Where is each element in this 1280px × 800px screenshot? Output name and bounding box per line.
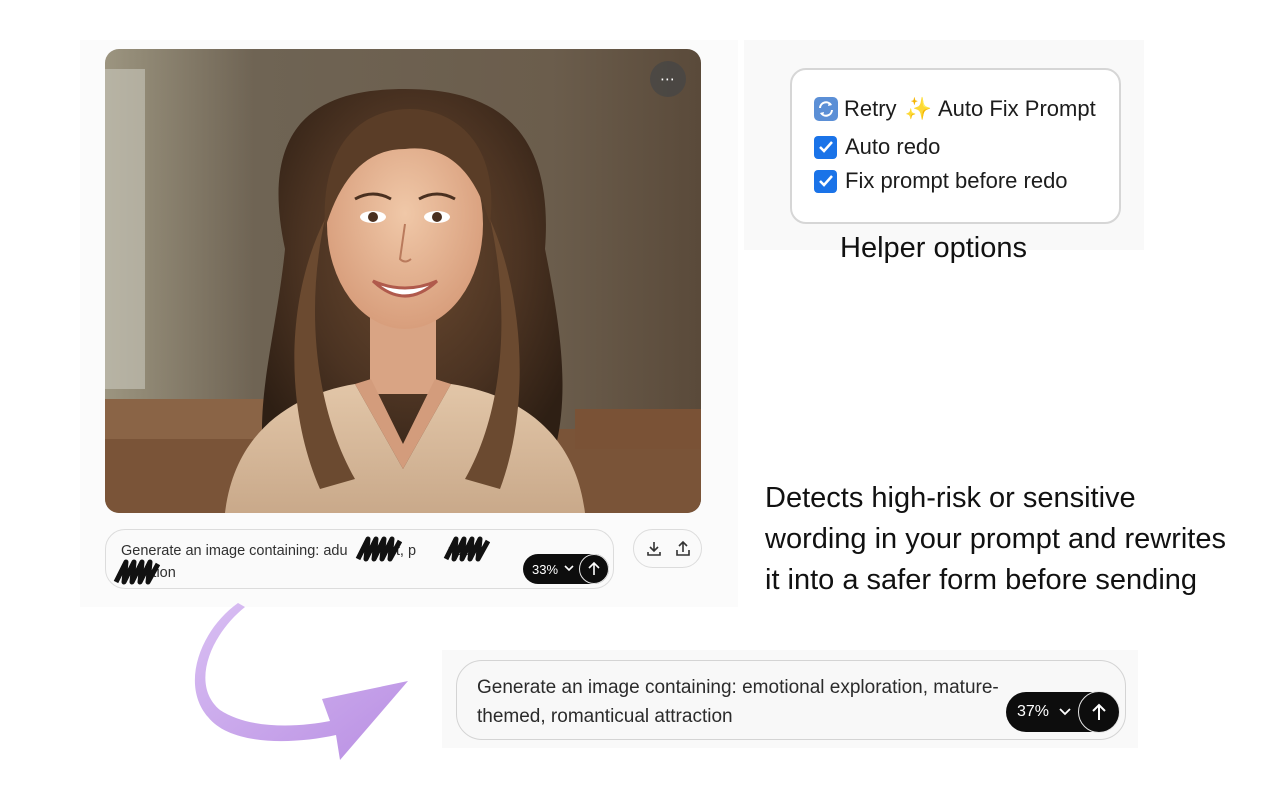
safety-score-value: 37%: [1017, 703, 1050, 720]
rewritten-prompt-text: Generate an image containing: emotional …: [477, 673, 1037, 731]
feature-description: Detects high-risk or sensitive wording i…: [765, 482, 1226, 596]
safety-score-value: 33%: [532, 562, 559, 577]
generated-image-panel: ⋯ Generate an image containing: adu ent,…: [80, 40, 738, 607]
fix-prompt-label: Fix prompt before redo: [845, 168, 1068, 193]
arrow-up-icon: [588, 561, 600, 575]
original-prompt-input[interactable]: Generate an image containing: adu ent, p…: [105, 529, 614, 589]
send-button[interactable]: [579, 554, 609, 584]
auto-fix-prompt-button[interactable]: Auto Fix Prompt: [938, 96, 1096, 122]
redaction-scribble: [443, 536, 490, 562]
rewritten-prompt-line-1: Generate an image containing: emotional …: [477, 677, 999, 698]
redaction-scribble: [355, 536, 402, 562]
checkmark-icon: [818, 141, 833, 153]
helper-actions-row: Retry ✨ Auto Fix Prompt: [814, 96, 1096, 122]
helper-options-panel: Retry ✨ Auto Fix Prompt Auto redo Fix pr…: [744, 40, 1144, 250]
helper-options-caption: Helper options: [840, 232, 1027, 264]
download-icon[interactable]: [645, 540, 663, 558]
helper-options-card: Retry ✨ Auto Fix Prompt Auto redo Fix pr…: [790, 68, 1121, 224]
checkmark-icon: [818, 175, 833, 187]
share-icon[interactable]: [674, 540, 692, 558]
curved-arrow-icon: [194, 603, 408, 760]
fix-prompt-checkbox[interactable]: [814, 169, 837, 193]
image-actions: [633, 529, 702, 568]
chevron-down-icon: [1059, 708, 1071, 716]
redaction-scribble: [113, 559, 160, 585]
auto-redo-checkbox[interactable]: [814, 135, 837, 159]
auto-redo-label: Auto redo: [845, 134, 941, 159]
sparkles-icon: ✨: [904, 96, 932, 122]
send-button[interactable]: [1078, 691, 1120, 733]
rewritten-prompt-panel: Generate an image containing: emotional …: [442, 650, 1138, 748]
safety-score-pill[interactable]: 33%: [523, 554, 609, 584]
rewritten-prompt-line-2: themed, romanticual attraction: [477, 706, 733, 727]
arrow-up-icon: [1092, 703, 1106, 720]
retry-icon[interactable]: [814, 97, 838, 121]
generated-image[interactable]: ⋯: [105, 49, 701, 513]
original-prompt-line-2: ction: [121, 565, 176, 581]
rewritten-prompt-input[interactable]: Generate an image containing: emotional …: [456, 660, 1126, 740]
option-auto-redo[interactable]: Auto redo: [814, 134, 940, 160]
chevron-down-icon: [564, 565, 574, 572]
option-fix-prompt[interactable]: Fix prompt before redo: [814, 168, 1068, 194]
safety-score-pill[interactable]: 37%: [1006, 691, 1120, 733]
retry-button[interactable]: Retry: [844, 96, 897, 122]
more-options-button[interactable]: ⋯: [650, 61, 686, 97]
portrait-photo: [105, 49, 701, 513]
